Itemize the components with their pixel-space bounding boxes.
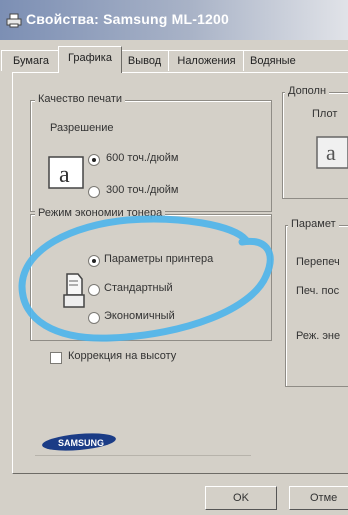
additional-legend: Дополн: [285, 85, 330, 97]
density-icon: a: [316, 136, 348, 169]
resolution-label: Разрешение: [50, 122, 114, 134]
resolution-300-radio[interactable]: [88, 186, 100, 198]
window-title: Свойства: Samsung ML-1200: [26, 11, 230, 27]
resolution-600-label[interactable]: 600 точ./дюйм: [106, 152, 178, 164]
brand-name: SAMSUNG: [58, 438, 104, 448]
reprint-label: Перепеч: [296, 256, 340, 268]
ok-button[interactable]: OK: [205, 486, 277, 510]
tab-output[interactable]: Вывод: [119, 50, 170, 71]
title-bar: Свойства: Samsung ML-1200: [0, 0, 348, 40]
height-correction-label[interactable]: Коррекция на высоту: [68, 350, 176, 362]
toner-standard-radio[interactable]: [88, 284, 100, 296]
brand-divider: [35, 455, 251, 456]
tab-overlays[interactable]: Наложения: [168, 50, 245, 71]
print-quality-legend: Качество печати: [35, 93, 126, 105]
toner-standard-label[interactable]: Стандартный: [104, 282, 173, 294]
parameters-legend: Парамет: [288, 218, 339, 230]
toner-cartridge-icon: [63, 273, 85, 308]
toner-printer-settings-radio[interactable]: [88, 255, 100, 267]
energy-mode-label: Реж. эне: [296, 330, 341, 342]
tab-watermarks[interactable]: Водяные: [243, 50, 348, 71]
parameters-group: Парамет: [285, 218, 348, 387]
svg-text:a: a: [326, 140, 336, 165]
svg-text:a: a: [59, 162, 70, 188]
cancel-button[interactable]: Отме: [289, 486, 348, 510]
toner-printer-settings-label[interactable]: Параметры принтера: [104, 253, 213, 265]
resolution-300-label[interactable]: 300 точ./дюйм: [106, 184, 178, 196]
tab-graphics[interactable]: Графика: [58, 46, 122, 73]
tab-paper[interactable]: Бумага: [1, 50, 61, 71]
toner-economy-radio[interactable]: [88, 312, 100, 324]
font-a-icon: a: [48, 156, 84, 189]
samsung-logo: SAMSUNG: [42, 433, 116, 451]
printer-properties-window: Свойства: Samsung ML-1200 Бумага Графика…: [0, 0, 348, 515]
toner-save-legend: Режим экономии тонера: [35, 207, 166, 219]
print-last-label: Печ. пос: [296, 285, 340, 297]
toner-economy-label[interactable]: Экономичный: [104, 310, 175, 322]
printer-icon: [6, 13, 22, 28]
density-label: Плот: [312, 108, 338, 120]
height-correction-checkbox[interactable]: [50, 352, 62, 364]
tab-strip: Бумага Графика Вывод Наложения Водяные: [0, 40, 348, 73]
resolution-600-radio[interactable]: [88, 154, 100, 166]
